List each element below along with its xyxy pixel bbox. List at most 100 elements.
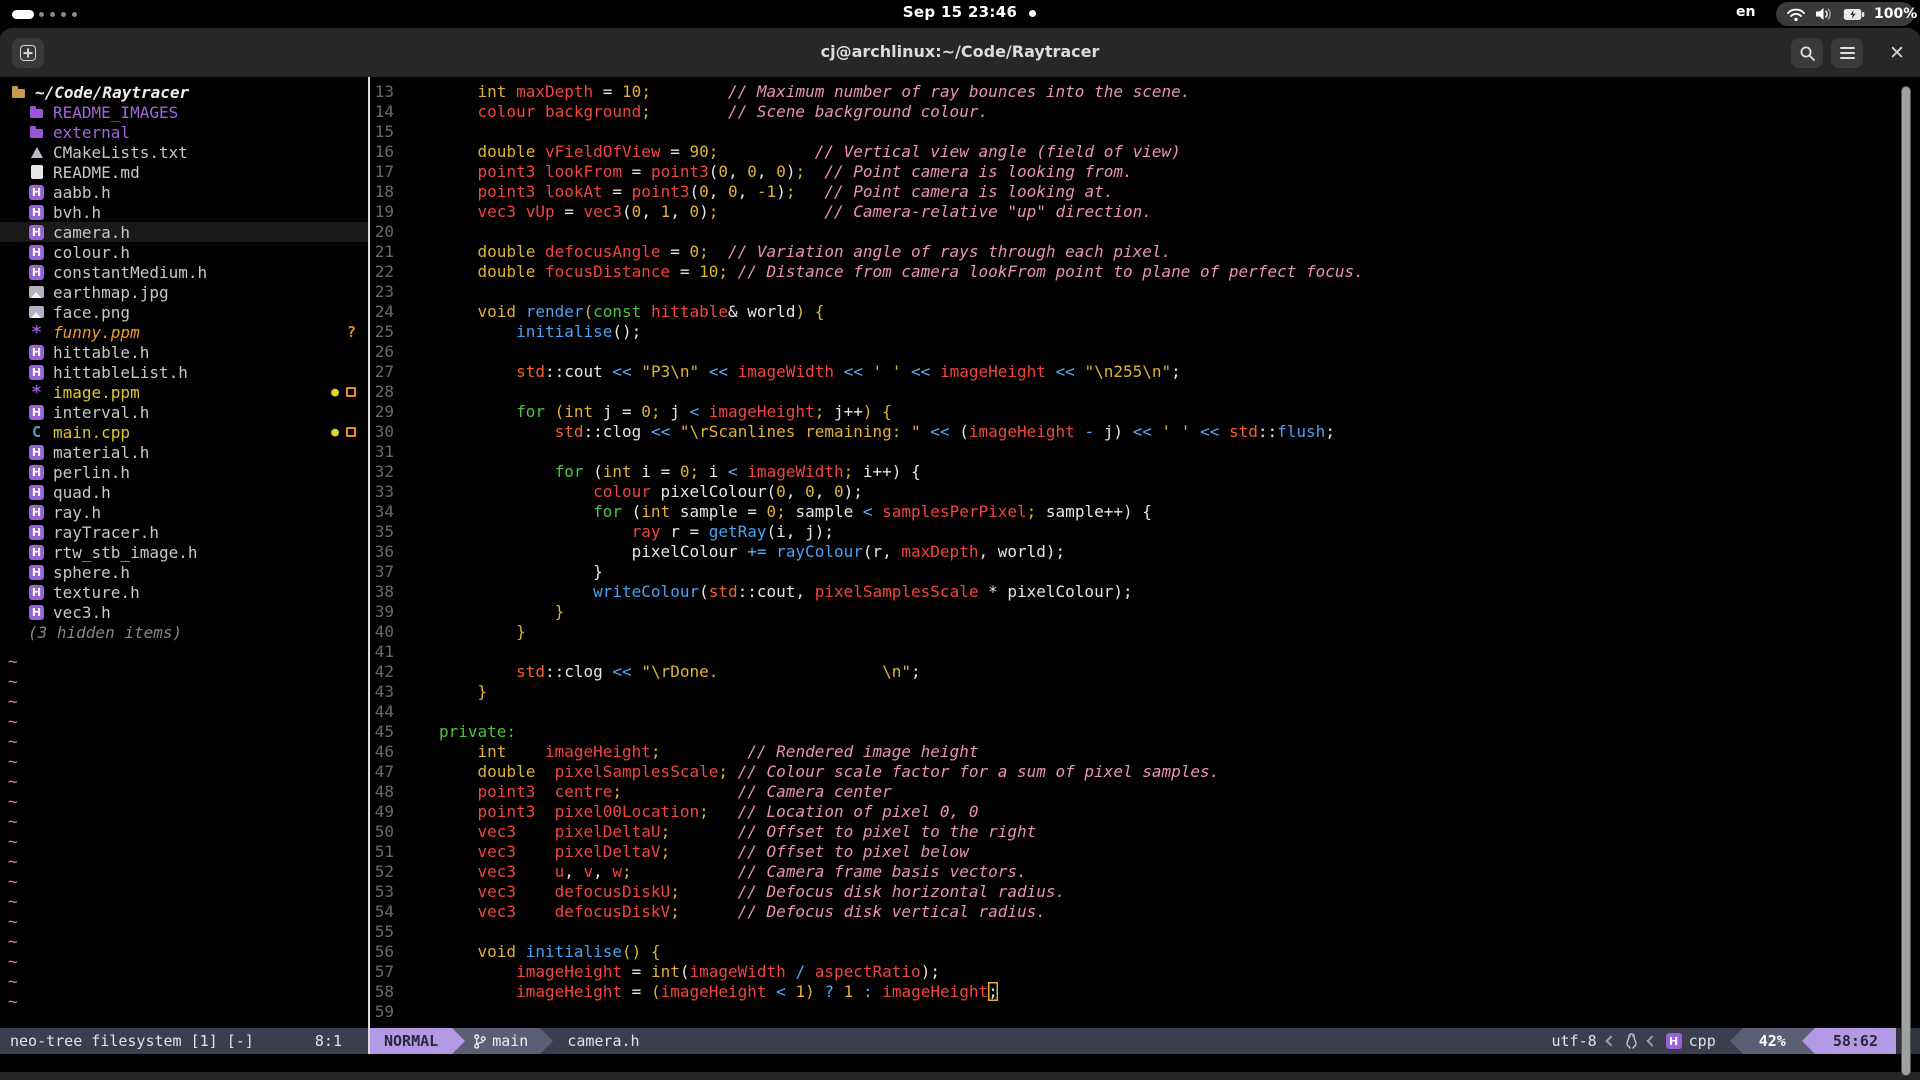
tree-item-quad.h[interactable]: Hquad.h [0, 482, 368, 502]
code-line-47[interactable]: 47 double pixelSamplesScale; // Colour s… [370, 762, 1920, 782]
system-tray[interactable]: 100% [1776, 2, 1914, 26]
code-line-31[interactable]: 31 [370, 442, 1920, 462]
code-line-19[interactable]: 19 vec3 vUp = vec3(0, 1, 0); // Camera-r… [370, 202, 1920, 222]
tree-item-CMakeLists.txt[interactable]: CMakeLists.txt [0, 142, 368, 162]
code-line-26[interactable]: 26 [370, 342, 1920, 362]
tree-item-funny.ppm[interactable]: *funny.ppm? [0, 322, 368, 342]
code-line-22[interactable]: 22 double focusDistance = 10; // Distanc… [370, 262, 1920, 282]
tree-item-constantMedium.h[interactable]: HconstantMedium.h [0, 262, 368, 282]
code-line-59[interactable]: 59 [370, 1002, 1920, 1022]
code-line-34[interactable]: 34 for (int sample = 0; sample < samples… [370, 502, 1920, 522]
code-line-42[interactable]: 42 std::clog << "\rDone. \n"; [370, 662, 1920, 682]
code-line-39[interactable]: 39 } [370, 602, 1920, 622]
tree-item-label: quad.h [53, 483, 111, 502]
code-line-57[interactable]: 57 imageHeight = int(imageWidth / aspect… [370, 962, 1920, 982]
code-line-40[interactable]: 40 } [370, 622, 1920, 642]
code-line-29[interactable]: 29 for (int j = 0; j < imageHeight; j++)… [370, 402, 1920, 422]
code-line-36[interactable]: 36 pixelColour += rayColour(r, maxDepth,… [370, 542, 1920, 562]
code-line-15[interactable]: 15 [370, 122, 1920, 142]
code-line-37[interactable]: 37 } [370, 562, 1920, 582]
code-line-54[interactable]: 54 vec3 defocusDiskV; // Defocus disk ve… [370, 902, 1920, 922]
code-line-32[interactable]: 32 for (int i = 0; i < imageWidth; i++) … [370, 462, 1920, 482]
clock[interactable]: Sep 15 23:46 [0, 3, 1920, 21]
code-line-51[interactable]: 51 vec3 pixelDeltaV; // Offset to pixel … [370, 842, 1920, 862]
tree-item-label: texture.h [53, 583, 140, 602]
code-line-17[interactable]: 17 point3 lookFrom = point3(0, 0, 0); //… [370, 162, 1920, 182]
tree-item-external[interactable]: external [0, 122, 368, 142]
code-line-30[interactable]: 30 std::clog << "\rScanlines remaining: … [370, 422, 1920, 442]
code-line-35[interactable]: 35 ray r = getRay(i, j); [370, 522, 1920, 542]
code-line-43[interactable]: 43 } [370, 682, 1920, 702]
tree-item-interval.h[interactable]: Hinterval.h [0, 402, 368, 422]
tree-item-face.png[interactable]: face.png [0, 302, 368, 322]
tree-item-earthmap.jpg[interactable]: earthmap.jpg [0, 282, 368, 302]
code-line-41[interactable]: 41 [370, 642, 1920, 662]
tree-item-texture.h[interactable]: Htexture.h [0, 582, 368, 602]
tree-item-hittableList.h[interactable]: HhittableList.h [0, 362, 368, 382]
code-line-46[interactable]: 46 int imageHeight; // Rendered image he… [370, 742, 1920, 762]
code-line-27[interactable]: 27 std::cout << "P3\n" << imageWidth << … [370, 362, 1920, 382]
tree-item-bvh.h[interactable]: Hbvh.h [0, 202, 368, 222]
line-number: 52 [370, 862, 394, 882]
tree-item-perlin.h[interactable]: Hperlin.h [0, 462, 368, 482]
tree-item-image.ppm[interactable]: *image.ppm● [0, 382, 368, 402]
code-line-44[interactable]: 44 [370, 702, 1920, 722]
tree-item-rtw-stb-image.h[interactable]: Hrtw_stb_image.h [0, 542, 368, 562]
code-line-20[interactable]: 20 [370, 222, 1920, 242]
code-line-45[interactable]: 45private: [370, 722, 1920, 742]
menu-button[interactable] [1831, 38, 1863, 68]
code-line-58[interactable]: 58 imageHeight = (imageHeight < 1) ? 1 :… [370, 982, 1920, 1002]
tree-item-hittable.h[interactable]: Hhittable.h [0, 342, 368, 362]
search-button[interactable] [1791, 38, 1823, 68]
code-line-24[interactable]: 24 void render(const hittable& world) { [370, 302, 1920, 322]
tree-item-vec3.h[interactable]: Hvec3.h [0, 602, 368, 622]
code-line-38[interactable]: 38 writeColour(std::cout, pixelSamplesSc… [370, 582, 1920, 602]
tree-item-colour.h[interactable]: Hcolour.h [0, 242, 368, 262]
code-line-13[interactable]: 13 int maxDepth = 10; // Maximum number … [370, 82, 1920, 102]
line-number: 26 [370, 342, 394, 362]
tree-item--3-hidden-items-[interactable]: (3 hidden items) [0, 622, 368, 642]
code-line-50[interactable]: 50 vec3 pixelDeltaU; // Offset to pixel … [370, 822, 1920, 842]
code-line-52[interactable]: 52 vec3 u, v, w; // Camera frame basis v… [370, 862, 1920, 882]
code-line-48[interactable]: 48 point3 centre; // Camera center [370, 782, 1920, 802]
code-line-33[interactable]: 33 colour pixelColour(0, 0, 0); [370, 482, 1920, 502]
close-button[interactable]: ✕ [1884, 40, 1910, 66]
git-branch-segment[interactable]: main [465, 1028, 540, 1054]
code-line-23[interactable]: 23 [370, 282, 1920, 302]
tree-item-sphere.h[interactable]: Hsphere.h [0, 562, 368, 582]
line-content: double focusDistance = 10; // Distance f… [439, 262, 1364, 282]
window-title: cj@archlinux:~/Code/Raytracer [0, 42, 1920, 61]
tree-item-aabb.h[interactable]: Haabb.h [0, 182, 368, 202]
titlebar[interactable]: cj@archlinux:~/Code/Raytracer ✕ [0, 28, 1920, 77]
line-content: for (int j = 0; j < imageHeight; j++) { [439, 402, 892, 422]
tree-item-material.h[interactable]: Hmaterial.h [0, 442, 368, 462]
code-line-49[interactable]: 49 point3 pixel00Location; // Location o… [370, 802, 1920, 822]
command-line[interactable] [0, 1054, 1920, 1072]
code-line-56[interactable]: 56 void initialise() { [370, 942, 1920, 962]
code-line-53[interactable]: 53 vec3 defocusDiskU; // Defocus disk ho… [370, 882, 1920, 902]
line-number: 25 [370, 322, 394, 342]
tree-item--Code-Raytracer[interactable]: ~/Code/Raytracer [0, 82, 368, 102]
code-line-16[interactable]: 16 double vFieldOfView = 90; // Vertical… [370, 142, 1920, 162]
line-content: point3 pixel00Location; // Location of p… [439, 802, 978, 822]
keyboard-layout-indicator[interactable]: en [1736, 4, 1755, 20]
line-number: 28 [370, 382, 394, 402]
code-line-25[interactable]: 25 initialise(); [370, 322, 1920, 342]
code-line-18[interactable]: 18 point3 lookAt = point3(0, 0, -1); // … [370, 182, 1920, 202]
line-content: vec3 pixelDeltaV; // Offset to pixel bel… [439, 842, 969, 862]
tree-item-README.md[interactable]: README.md [0, 162, 368, 182]
line-content: pixelColour += rayColour(r, maxDepth, wo… [439, 542, 1065, 562]
tree-item-README-IMAGES[interactable]: README_IMAGES [0, 102, 368, 122]
code-line-21[interactable]: 21 double defocusAngle = 0; // Variation… [370, 242, 1920, 262]
folder-open-icon [10, 82, 27, 102]
tree-item-rayTracer.h[interactable]: HrayTracer.h [0, 522, 368, 542]
line-number: 50 [370, 822, 394, 842]
code-editor[interactable]: 13 int maxDepth = 10; // Maximum number … [370, 77, 1920, 1028]
tree-item-ray.h[interactable]: Hray.h [0, 502, 368, 522]
code-line-28[interactable]: 28 [370, 382, 1920, 402]
code-line-14[interactable]: 14 colour background; // Scene backgroun… [370, 102, 1920, 122]
tree-item-main.cpp[interactable]: Cmain.cpp● [0, 422, 368, 442]
code-line-55[interactable]: 55 [370, 922, 1920, 942]
tree-item-camera.h[interactable]: Hcamera.h [0, 222, 368, 242]
terminal-scrollbar[interactable] [1901, 86, 1911, 1076]
